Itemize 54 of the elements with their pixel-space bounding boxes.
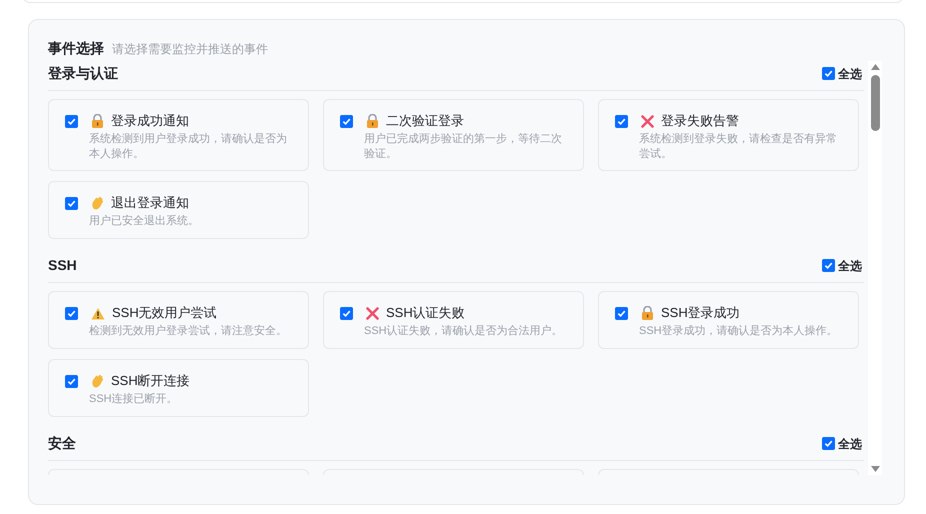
cross-icon <box>641 114 654 128</box>
event-description: SSH连接已断开。 <box>89 392 179 407</box>
select-all-checkbox[interactable] <box>822 67 836 80</box>
event-card[interactable]: 退出登录通知 用户已安全退出系统。 <box>48 181 309 239</box>
event-card[interactable]: 登录失败告警 系统检测到登录失败，请检查是否有异常尝试。 <box>598 99 859 171</box>
event-description: 系统检测到登录失败，请检查是否有异常尝试。 <box>639 132 838 162</box>
event-card[interactable]: SSH登录成功 SSH登录成功，请确认是否为本人操作。 <box>598 291 859 349</box>
select-all-label[interactable]: 全选 <box>838 256 862 274</box>
scrollbar-thumb[interactable] <box>870 75 880 131</box>
event-checkbox[interactable] <box>65 306 78 320</box>
section-title: 安全 <box>48 434 76 453</box>
scroll-up-icon[interactable] <box>870 64 880 70</box>
panel-title: 事件选择 <box>48 39 104 58</box>
event-title: SSH无效用户尝试 <box>112 304 217 322</box>
event-checkbox[interactable] <box>340 306 353 320</box>
event-description: SSH登录成功，请确认是否为本人操作。 <box>639 324 839 339</box>
waving-hand-icon <box>91 374 104 388</box>
warning-icon <box>91 306 105 320</box>
event-title: SSH断开连接 <box>111 372 190 390</box>
select-all-label[interactable]: 全选 <box>838 434 862 452</box>
select-all-checkbox[interactable] <box>822 437 836 450</box>
event-checkbox[interactable] <box>65 114 78 128</box>
cross-icon <box>366 306 379 320</box>
event-checkbox[interactable] <box>340 114 353 128</box>
event-description: 系统检测到用户登录成功，请确认是否为本人操作。 <box>89 132 288 162</box>
event-title: 登录成功通知 <box>111 112 189 130</box>
event-title: SSH认证失败 <box>386 304 465 322</box>
event-title: 二次验证登录 <box>386 112 464 130</box>
event-title: 登录失败告警 <box>661 112 739 130</box>
event-card[interactable]: 登录成功通知 系统检测到用户登录成功，请确认是否为本人操作。 <box>48 99 309 171</box>
event-card[interactable]: SSH无效用户尝试 检测到无效用户登录尝试，请注意安全。 <box>48 291 309 349</box>
waving-hand-icon <box>91 196 104 210</box>
select-all-checkbox[interactable] <box>822 259 836 272</box>
event-card[interactable]: 二次验证登录 用户已完成两步验证的第一步，等待二次验证。 <box>323 99 584 171</box>
section-title: 登录与认证 <box>48 64 118 83</box>
event-checkbox[interactable] <box>615 114 628 128</box>
event-description: 检测到无效用户登录尝试，请注意安全。 <box>89 324 288 339</box>
event-card[interactable]: SSH认证失败 SSH认证失败，请确认是否为合法用户。 <box>323 291 584 349</box>
event-description: SSH认证失败，请确认是否为合法用户。 <box>364 324 564 339</box>
padlock-icon <box>366 114 379 128</box>
section-title: SSH <box>48 256 77 275</box>
scroll-down-icon[interactable] <box>870 466 880 472</box>
event-description: 用户已完成两步验证的第一步，等待二次验证。 <box>364 132 563 162</box>
event-description: 用户已安全退出系统。 <box>89 214 200 229</box>
event-title: SSH登录成功 <box>661 304 740 322</box>
event-card[interactable]: SSH断开连接 SSH连接已断开。 <box>48 359 309 417</box>
panel-hint: 请选择需要监控并推送的事件 <box>112 41 268 58</box>
event-title: 退出登录通知 <box>111 194 189 212</box>
event-checkbox[interactable] <box>65 196 78 210</box>
padlock-icon <box>641 306 654 320</box>
event-checkbox[interactable] <box>65 374 78 388</box>
padlock-icon <box>91 114 104 128</box>
select-all-label[interactable]: 全选 <box>838 64 862 82</box>
event-checkbox[interactable] <box>615 306 628 320</box>
